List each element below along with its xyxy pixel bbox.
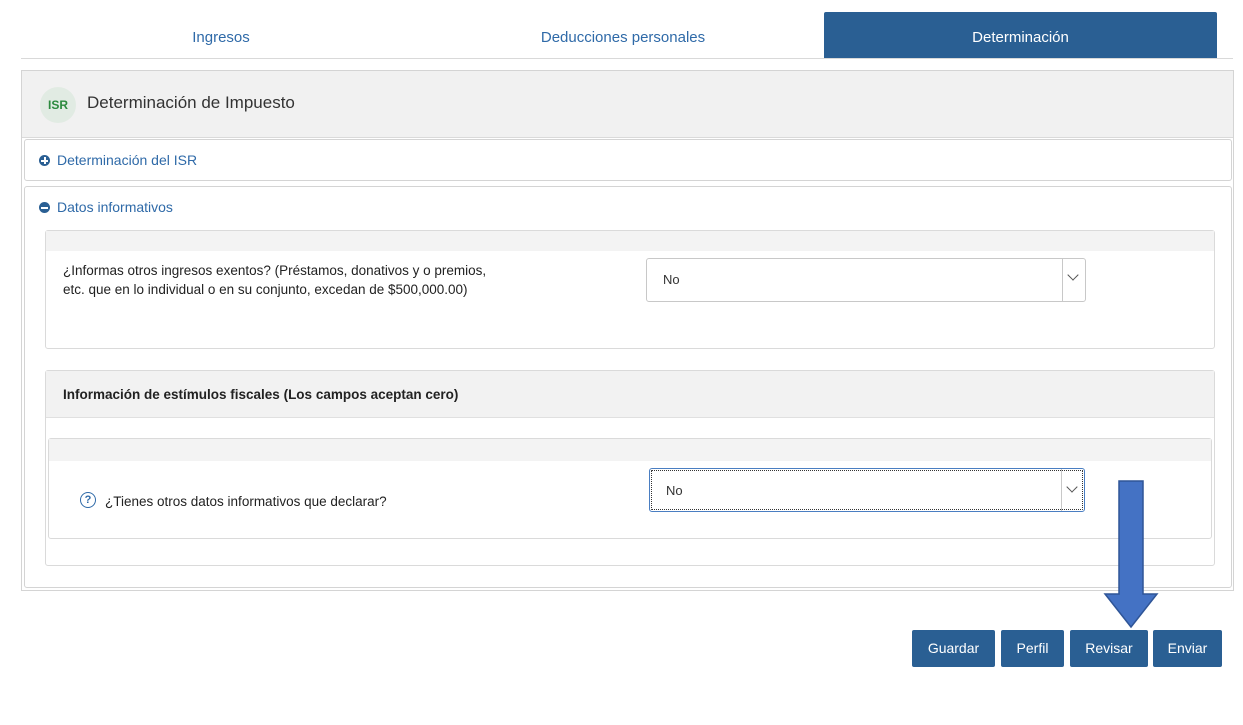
isr-section-label: Determinación del ISR — [57, 152, 198, 168]
tab-bar: Ingresos Deducciones personales Determin… — [21, 12, 1233, 59]
datos-informativos-section: Datos informativos ¿Informas otros ingre… — [24, 186, 1232, 588]
fiscal-stimulus-title: Información de estímulos fiscales (Los c… — [63, 387, 459, 402]
tab-ingresos[interactable]: Ingresos — [21, 12, 421, 58]
review-button[interactable]: Revisar — [1070, 630, 1148, 667]
panel-header: ISR Determinación de Impuesto — [22, 71, 1233, 138]
exempt-income-select[interactable]: No — [646, 258, 1086, 302]
isr-section-toggle[interactable]: Determinación del ISR — [39, 152, 197, 168]
other-data-value: No — [666, 483, 683, 498]
other-data-question: ¿Tienes otros datos informativos que dec… — [105, 494, 387, 509]
save-button[interactable]: Guardar — [912, 630, 995, 667]
down-arrow-icon — [1103, 480, 1159, 629]
chevron-down-icon[interactable] — [1061, 469, 1084, 511]
tab-deducciones-personales[interactable]: Deducciones personales — [422, 12, 824, 58]
page-title: Determinación de Impuesto — [87, 93, 295, 112]
isr-badge-icon: ISR — [40, 87, 76, 123]
determination-panel: ISR Determinación de Impuesto Determinac… — [21, 70, 1234, 591]
exempt-income-question: ¿Informas otros ingresos exentos? (Prést… — [63, 263, 487, 297]
other-data-select[interactable]: No — [649, 468, 1085, 512]
question-circle-icon[interactable]: ? — [80, 492, 96, 508]
fiscal-stimulus-panel: Información de estímulos fiscales (Los c… — [45, 370, 1215, 566]
send-button[interactable]: Enviar — [1153, 630, 1222, 667]
fiscal-stimulus-header: Información de estímulos fiscales (Los c… — [46, 371, 1214, 418]
plus-circle-icon — [39, 155, 50, 166]
isr-section: Determinación del ISR — [24, 139, 1232, 181]
exempt-income-panel: ¿Informas otros ingresos exentos? (Prést… — [45, 230, 1215, 349]
tab-determinacion[interactable]: Determinación — [824, 12, 1217, 58]
datos-informativos-toggle[interactable]: Datos informativos — [39, 199, 173, 215]
minus-circle-icon — [39, 202, 50, 213]
other-data-panel: ? ¿Tienes otros datos informativos que d… — [48, 438, 1212, 539]
profile-button[interactable]: Perfil — [1001, 630, 1064, 667]
exempt-income-value: No — [663, 272, 680, 287]
datos-informativos-label: Datos informativos — [57, 199, 173, 215]
chevron-down-icon[interactable] — [1062, 259, 1085, 301]
